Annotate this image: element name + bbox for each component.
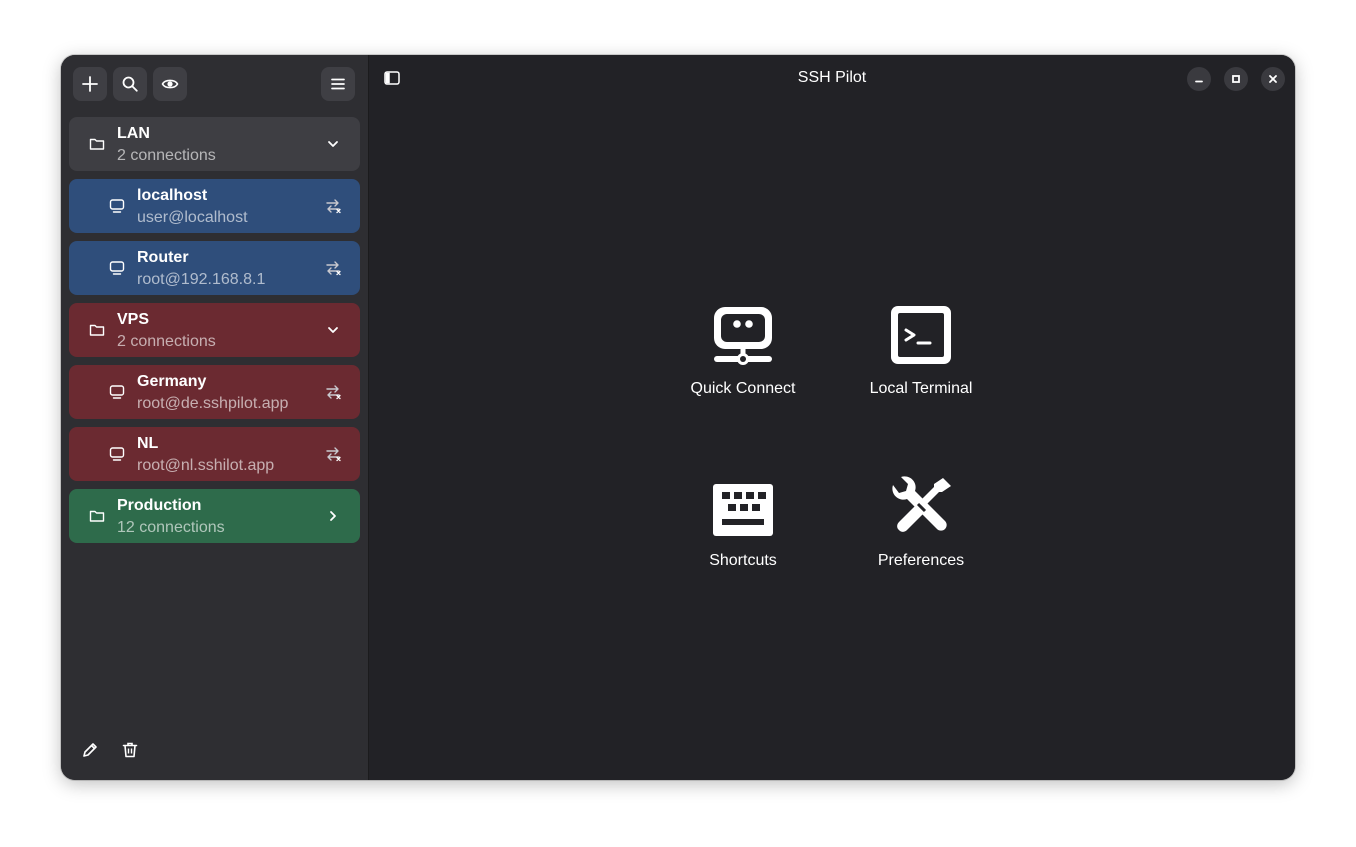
host-address: user@localhost	[137, 209, 248, 226]
maximize-button[interactable]	[1224, 67, 1248, 91]
close-button[interactable]	[1261, 67, 1285, 91]
host-address: root@de.sshpilot.app	[137, 395, 289, 412]
folder-icon	[89, 508, 105, 524]
chevron-right-icon[interactable]	[324, 507, 342, 525]
disconnected-icon[interactable]	[324, 383, 342, 401]
menu-button[interactable]	[321, 67, 355, 101]
quick-connect-tile[interactable]: Quick Connect	[668, 303, 818, 399]
minimize-icon	[1195, 80, 1203, 83]
trash-icon	[122, 742, 138, 758]
plus-icon	[82, 76, 98, 92]
local-terminal-label: Local Terminal	[869, 380, 973, 397]
chevron-down-icon[interactable]	[324, 321, 342, 339]
group-name: VPS	[117, 311, 150, 328]
tools-icon	[892, 476, 951, 532]
chevron-down-icon[interactable]	[324, 135, 342, 153]
delete-button[interactable]	[120, 740, 140, 760]
group-name: Production	[117, 497, 202, 514]
group-count: 12 connections	[117, 519, 225, 536]
preferences-label: Preferences	[877, 552, 965, 569]
hamburger-menu-icon	[331, 78, 345, 90]
host-address: root@nl.sshilot.app	[137, 457, 275, 474]
host-row-nl[interactable]: NL root@nl.sshilot.app	[69, 427, 360, 481]
search-icon	[122, 76, 138, 92]
minimize-button[interactable]	[1187, 67, 1211, 91]
folder-icon	[89, 322, 105, 338]
host-name: Germany	[137, 373, 207, 390]
host-name: localhost	[137, 187, 208, 204]
shortcuts-label: Shortcuts	[709, 552, 777, 569]
disconnected-icon[interactable]	[324, 197, 342, 215]
group-name: LAN	[117, 125, 150, 142]
quick-connect-icon	[714, 307, 772, 365]
close-icon	[1269, 75, 1277, 83]
visibility-button[interactable]	[153, 67, 187, 101]
maximize-icon	[1232, 75, 1240, 83]
pencil-icon	[83, 743, 97, 757]
host-address: root@192.168.8.1	[137, 271, 266, 288]
sidebar: LAN 2 connections localhost user@localhost R…	[61, 55, 369, 780]
group-count: 2 connections	[117, 333, 216, 350]
main-area: SSH Pilot Quick Connect Local Terminal S…	[369, 55, 1295, 780]
disconnected-icon[interactable]	[324, 259, 342, 277]
group-row-vps[interactable]: VPS 2 connections	[69, 303, 360, 357]
shortcuts-tile[interactable]: Shortcuts	[668, 475, 818, 571]
quick-connect-label: Quick Connect	[690, 380, 796, 397]
add-button[interactable]	[73, 67, 107, 101]
preferences-tile[interactable]: Preferences	[846, 475, 996, 571]
window-title: SSH Pilot	[797, 69, 867, 86]
app-window: LAN 2 connections localhost user@localhost R…	[61, 55, 1295, 780]
group-count: 2 connections	[117, 147, 216, 164]
search-button[interactable]	[113, 67, 147, 101]
local-terminal-tile[interactable]: Local Terminal	[846, 303, 996, 399]
host-name: NL	[137, 435, 159, 452]
group-row-lan[interactable]: LAN 2 connections	[69, 117, 360, 171]
host-name: Router	[137, 249, 189, 266]
monitor-icon	[109, 384, 125, 400]
terminal-icon	[891, 306, 951, 364]
eye-icon	[161, 79, 179, 89]
disconnected-icon[interactable]	[324, 445, 342, 463]
edit-button[interactable]	[80, 740, 100, 760]
host-row-router[interactable]: Router root@192.168.8.1	[69, 241, 360, 295]
host-row-localhost[interactable]: localhost user@localhost	[69, 179, 360, 233]
monitor-icon	[109, 198, 125, 214]
monitor-icon	[109, 446, 125, 462]
keyboard-icon	[713, 484, 773, 536]
group-row-production[interactable]: Production 12 connections	[69, 489, 360, 543]
monitor-icon	[109, 260, 125, 276]
host-row-germany[interactable]: Germany root@de.sshpilot.app	[69, 365, 360, 419]
folder-icon	[89, 136, 105, 152]
